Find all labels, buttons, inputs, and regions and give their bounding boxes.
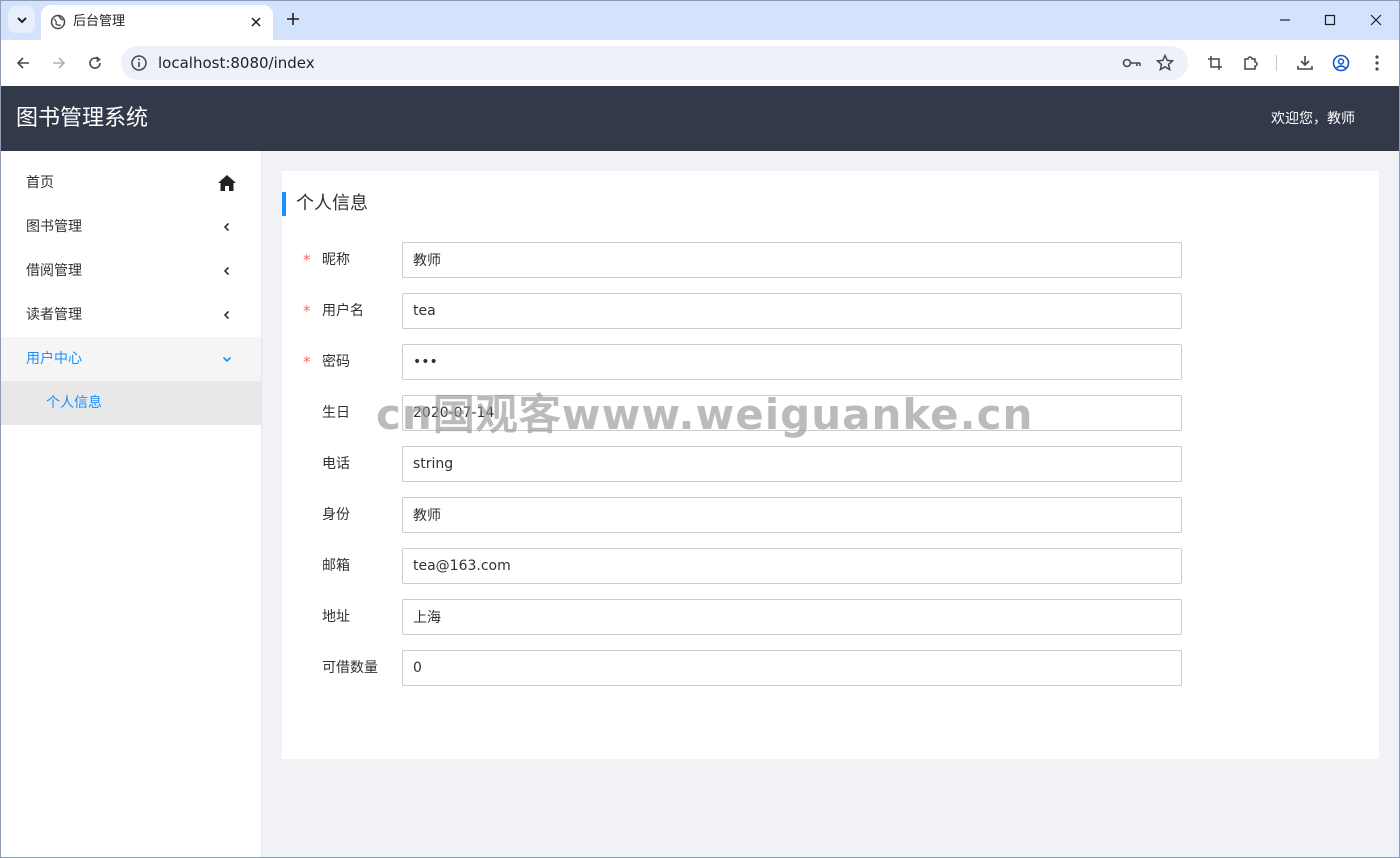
email-input[interactable] (402, 548, 1182, 584)
forward-button[interactable] (48, 52, 70, 74)
puzzle-icon (1244, 56, 1258, 70)
downloads-button[interactable] (1294, 52, 1316, 74)
field-label: 密码 (322, 354, 350, 370)
field-label: 地址 (322, 609, 350, 625)
field-label: 身份 (322, 507, 350, 523)
form-row-borrow-limit: 可借数量 (282, 650, 1379, 686)
close-icon (1370, 14, 1382, 26)
form-row-birthday: 生日 (282, 395, 1379, 431)
field-label: 昵称 (322, 252, 350, 268)
sidebar-item-label: 个人信息 (46, 395, 102, 411)
chevron-down-icon (16, 16, 27, 23)
reload-icon (89, 56, 101, 69)
address-input[interactable] (402, 599, 1182, 635)
arrow-right-icon (53, 57, 66, 69)
arrow-left-icon (16, 57, 29, 69)
new-tab-button[interactable] (283, 9, 303, 29)
close-icon (251, 17, 261, 27)
info-icon[interactable] (130, 54, 148, 72)
field-label: 生日 (322, 405, 350, 421)
url-text: localhost:8080/index (158, 54, 315, 72)
form-row-identity: 身份 (282, 497, 1379, 533)
nickname-input[interactable] (402, 242, 1182, 278)
page-title: 个人信息 (296, 193, 368, 214)
back-button[interactable] (12, 52, 34, 74)
reload-button[interactable] (84, 52, 106, 74)
crop-icon (1208, 56, 1222, 70)
sidebar-item-personal-info[interactable]: 个人信息 (0, 381, 261, 425)
sidebar-item-label: 读者管理 (26, 307, 82, 323)
sidebar-item-reader-management[interactable]: 读者管理 (0, 293, 261, 337)
sidebar-item-borrow-management[interactable]: 借阅管理 (0, 249, 261, 293)
form-row-username: * 用户名 (282, 293, 1379, 329)
required-asterisk: * (303, 353, 311, 371)
form-row-address: 地址 (282, 599, 1379, 635)
field-label: 用户名 (322, 303, 364, 319)
tab-close-button[interactable] (247, 13, 265, 31)
chevron-left-icon (217, 217, 237, 237)
maximize-button[interactable] (1318, 9, 1342, 31)
personal-info-card: 个人信息 * 昵称 * 用户名 * 密码 生日 电话 身份 邮箱 地址 可借数量 (282, 171, 1379, 759)
chevron-down-icon (217, 349, 237, 369)
form-row-nickname: * 昵称 (282, 242, 1379, 278)
address-bar[interactable]: localhost:8080/index (121, 46, 1188, 80)
browser-toolbar: localhost:8080/index (0, 40, 1400, 86)
download-icon (1297, 56, 1313, 70)
password-key-button[interactable] (1122, 53, 1142, 73)
app-header: 图书管理系统 欢迎您，教师 (0, 86, 1400, 151)
welcome-text[interactable]: 欢迎您，教师 (1271, 109, 1355, 129)
required-asterisk: * (303, 251, 311, 269)
more-vertical-icon (1375, 55, 1379, 71)
sidebar-item-user-center[interactable]: 用户中心 (0, 337, 261, 381)
browser-tab[interactable]: 后台管理 (41, 5, 273, 40)
birthday-input[interactable] (402, 395, 1182, 431)
field-label: 可借数量 (322, 660, 378, 676)
app-title: 图书管理系统 (16, 106, 149, 131)
browser-tabstrip: 后台管理 (0, 0, 1400, 40)
minimize-button[interactable] (1273, 9, 1297, 31)
globe-icon (50, 14, 66, 30)
title-accent-bar (282, 192, 286, 216)
home-icon (217, 173, 237, 193)
toolbar-divider (1276, 55, 1277, 71)
username-input[interactable] (402, 293, 1182, 329)
extensions-button[interactable] (1240, 52, 1262, 74)
chevron-left-icon (217, 261, 237, 281)
minimize-icon (1280, 19, 1290, 21)
profile-button[interactable] (1330, 52, 1352, 74)
sidebar-item-label: 用户中心 (26, 351, 82, 367)
form-row-phone: 电话 (282, 446, 1379, 482)
chevron-left-icon (217, 305, 237, 325)
form-row-email: 邮箱 (282, 548, 1379, 584)
plus-icon (287, 13, 299, 25)
identity-input[interactable] (402, 497, 1182, 533)
sidebar-item-label: 借阅管理 (26, 263, 82, 279)
sidebar-item-label: 首页 (26, 175, 54, 191)
borrow-limit-input[interactable] (402, 650, 1182, 686)
star-icon (1156, 54, 1174, 72)
phone-input[interactable] (402, 446, 1182, 482)
tab-title: 后台管理 (73, 14, 126, 29)
screenshot-button[interactable] (1204, 52, 1226, 74)
field-label: 电话 (322, 456, 350, 472)
maximize-icon (1324, 14, 1336, 26)
sidebar-item-home[interactable]: 首页 (0, 161, 261, 205)
tab-search-button[interactable] (8, 6, 35, 33)
browser-menu-button[interactable] (1366, 52, 1388, 74)
field-label: 邮箱 (322, 558, 350, 574)
sidebar: 首页 图书管理 借阅管理 读者管理 用户中心 个人信息 (0, 151, 262, 858)
sidebar-item-label: 图书管理 (26, 219, 82, 235)
bookmark-button[interactable] (1155, 53, 1175, 73)
password-input[interactable] (402, 344, 1182, 380)
account-icon (1332, 54, 1350, 72)
sidebar-item-book-management[interactable]: 图书管理 (0, 205, 261, 249)
required-asterisk: * (303, 302, 311, 320)
close-window-button[interactable] (1364, 9, 1388, 31)
form-row-password: * 密码 (282, 344, 1379, 380)
key-icon (1122, 58, 1141, 68)
